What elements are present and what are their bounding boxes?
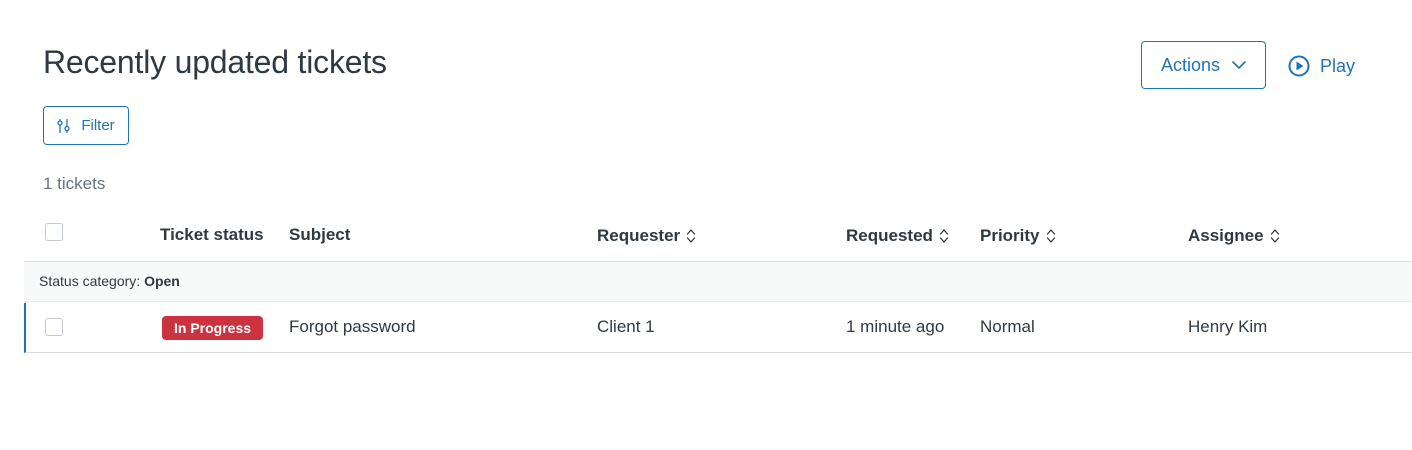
page-title: Recently updated tickets bbox=[43, 44, 387, 80]
column-header-subject: Subject bbox=[289, 220, 350, 250]
play-label: Play bbox=[1320, 55, 1356, 76]
sort-icon bbox=[1046, 229, 1055, 243]
group-label-value: Open bbox=[144, 273, 180, 289]
filter-label: Filter bbox=[81, 117, 115, 134]
cell-requested: 1 minute ago bbox=[846, 317, 945, 336]
sliders-icon bbox=[57, 118, 70, 133]
status-category-group-row: Status category: Open bbox=[24, 261, 1412, 302]
header-label-assignee: Assignee bbox=[1188, 226, 1264, 245]
select-all-checkbox[interactable] bbox=[45, 223, 63, 241]
cell-subject[interactable]: Forgot password bbox=[289, 317, 416, 337]
status-badge: In Progress bbox=[162, 316, 264, 340]
sort-icon bbox=[1270, 229, 1279, 243]
group-label: Status category: Open bbox=[39, 273, 180, 289]
header-label-subject: Subject bbox=[289, 225, 351, 244]
table-row[interactable]: In Progress Forgot password Client 1 1 m… bbox=[24, 303, 1412, 353]
sort-icon bbox=[686, 229, 696, 243]
column-header-assignee[interactable]: Assignee bbox=[1188, 221, 1280, 251]
play-circle-icon bbox=[1288, 55, 1310, 77]
ticket-count: 1 tickets bbox=[43, 174, 106, 193]
column-header-requested[interactable]: Requested bbox=[846, 221, 949, 251]
page: Recently updated tickets Actions Play Fi… bbox=[0, 0, 1412, 450]
sort-icon bbox=[939, 229, 949, 243]
header-label-requested: Requested bbox=[846, 226, 933, 245]
cell-priority: Normal bbox=[980, 317, 1035, 336]
group-label-prefix: Status category: bbox=[39, 273, 145, 289]
actions-label: Actions bbox=[1160, 54, 1221, 75]
cell-requester: Client 1 bbox=[597, 317, 655, 336]
header-label-priority: Priority bbox=[980, 226, 1040, 245]
play-button[interactable]: Play bbox=[1288, 50, 1355, 82]
column-header-priority[interactable]: Priority bbox=[980, 221, 1056, 251]
chevron-down-icon bbox=[1232, 61, 1246, 69]
header-label-status: Ticket status bbox=[160, 225, 264, 244]
filter-button[interactable]: Filter bbox=[43, 106, 129, 145]
column-header-status: Ticket status bbox=[160, 220, 264, 250]
cell-assignee: Henry Kim bbox=[1188, 317, 1268, 336]
row-checkbox[interactable] bbox=[45, 318, 63, 336]
header-label-requester: Requester bbox=[597, 226, 681, 245]
actions-button[interactable]: Actions bbox=[1141, 41, 1266, 89]
column-header-requester[interactable]: Requester bbox=[597, 221, 696, 251]
